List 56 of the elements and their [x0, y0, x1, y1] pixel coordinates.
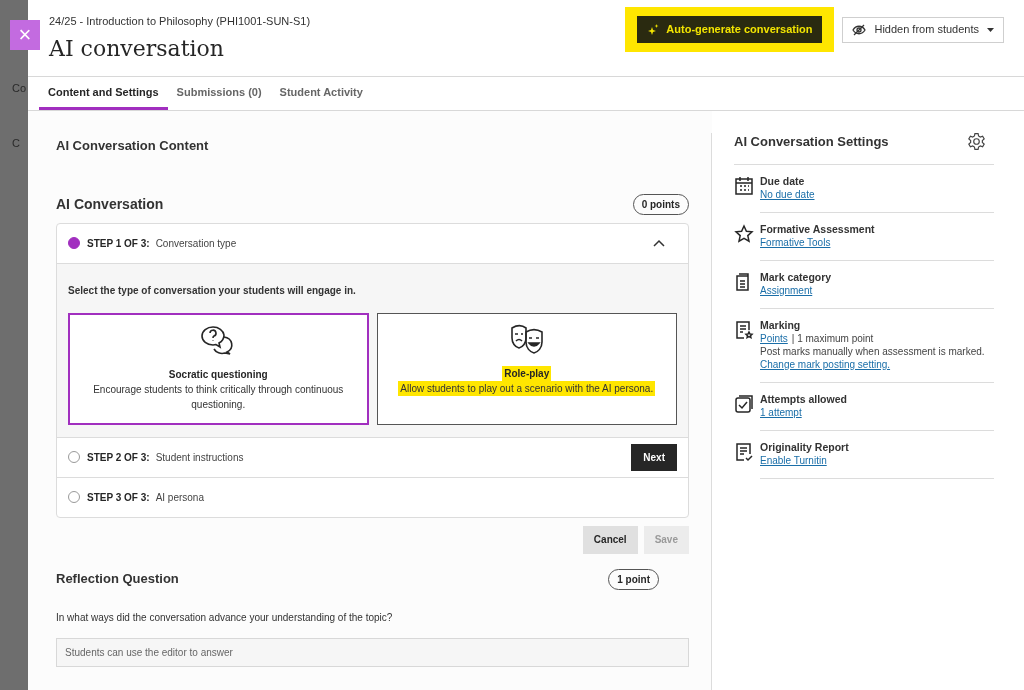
- setting-link[interactable]: Formative Tools: [760, 235, 831, 249]
- step-label: STEP 1 OF 3:: [87, 236, 150, 251]
- setting-note: Post marks manually when assessment is marked. Change mark posting setting.: [760, 344, 986, 371]
- background-text: Co: [11, 81, 28, 96]
- step-label: STEP 2 OF 3:: [87, 450, 150, 465]
- setting-value: | 1 maximum point: [791, 331, 874, 345]
- caret-icon: [987, 27, 994, 32]
- setting-label: Marking: [760, 318, 802, 332]
- option-description: Allow students to play out a scenario with the AI persona.: [398, 380, 656, 396]
- page-title: AI conversation: [49, 34, 225, 63]
- tab[interactable]: Submissions (0): [167, 77, 271, 110]
- setting-label: Attempts allowed: [760, 392, 848, 406]
- setting-link[interactable]: Change mark posting setting.: [760, 358, 891, 370]
- instruction-text: Select the type of conversation your students will engage in.: [68, 284, 356, 296]
- cancel-button[interactable]: Cancel: [582, 525, 638, 554]
- option-description: Encourage students to think critically through continuous questioning.: [92, 382, 345, 412]
- step-name: AI persona: [155, 490, 204, 505]
- star-icon: [734, 223, 754, 244]
- option-title: Socratic questioning: [167, 367, 269, 382]
- visibility-dropdown[interactable]: Hidden from students: [842, 16, 1004, 43]
- checkbox-icon: [734, 393, 754, 414]
- course-name: 24/25 - Introduction to Philosophy (PHI1001-SUN-S1): [49, 14, 311, 29]
- calendar-icon: [734, 175, 754, 196]
- section-title: Reflection Question: [56, 570, 179, 589]
- question-text: In what ways did the conversation advance your understanding of the topic?: [56, 610, 394, 625]
- section-title: AI Conversation: [56, 194, 164, 214]
- background-text: C: [11, 135, 21, 151]
- conversation-type-option[interactable]: Socratic questioning Encourage students to think critically through continuous questioning.: [68, 312, 369, 425]
- document-star-icon: [734, 319, 754, 340]
- conversation-type-option[interactable]: Role-play Allow students to play out a scenario with the AI persona.: [376, 312, 677, 425]
- close-button[interactable]: ×: [10, 20, 40, 50]
- theater-masks-icon: [508, 323, 545, 354]
- setting-link[interactable]: 1 attempt: [760, 405, 802, 419]
- step-name: Conversation type: [155, 236, 237, 251]
- setting-link[interactable]: Assignment: [760, 283, 813, 297]
- next-button[interactable]: Next: [631, 443, 677, 471]
- auto-generate-button[interactable]: Auto-generate conversation: [637, 16, 823, 43]
- setting-label: Due date: [760, 174, 806, 188]
- settings-icon[interactable]: [967, 132, 986, 152]
- step-label: STEP 3 OF 3:: [87, 490, 150, 505]
- setting-link[interactable]: Points: [760, 331, 788, 345]
- tab[interactable]: Student Activity: [270, 77, 372, 110]
- answer-field[interactable]: Students can use the editor to answer: [56, 637, 689, 667]
- document-check-icon: [734, 441, 754, 462]
- setting-label: Formative Assessment: [760, 222, 876, 236]
- sparkle-icon: [647, 23, 660, 36]
- section-title: AI Conversation Content: [56, 137, 210, 155]
- setting-link[interactable]: No due date: [760, 187, 815, 201]
- setting-label: Originality Report: [760, 440, 850, 454]
- step-name: Student instructions: [155, 450, 244, 465]
- setting-link[interactable]: Enable Turnitin: [760, 453, 827, 467]
- settings-title: AI Conversation Settings: [734, 133, 889, 151]
- option-title: Role-play: [502, 365, 552, 381]
- setting-label: Mark category: [760, 270, 833, 284]
- chevron-up-icon[interactable]: [653, 239, 665, 247]
- eye-slash-icon: [852, 23, 867, 36]
